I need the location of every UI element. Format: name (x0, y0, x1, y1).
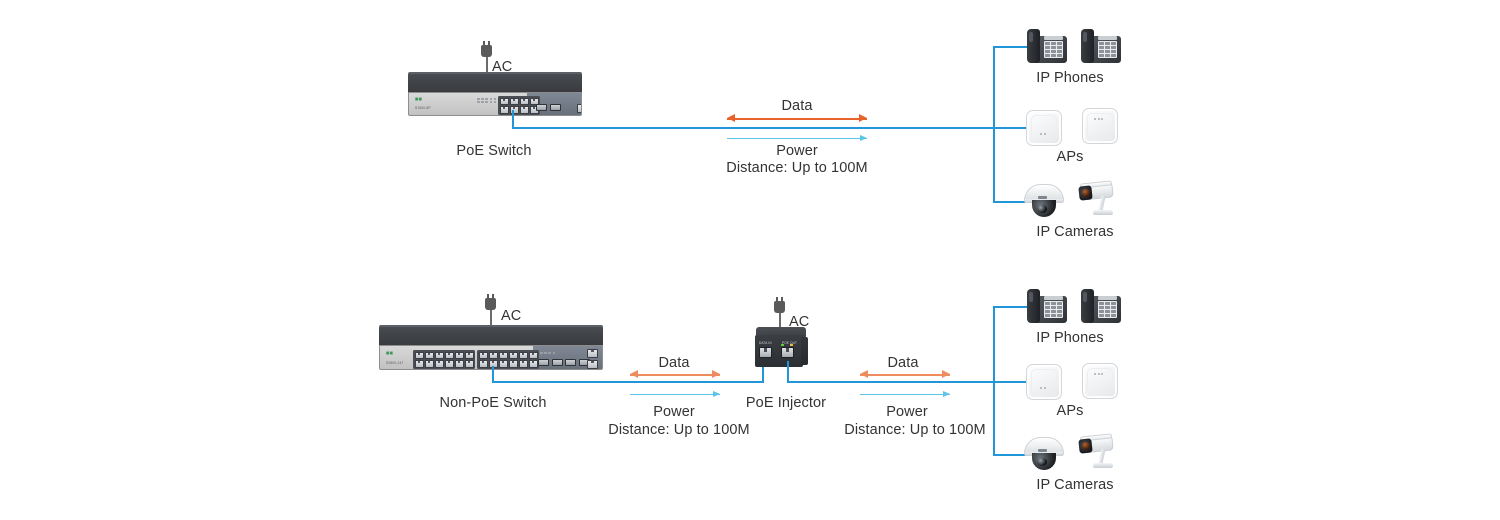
distance-label-bottom-left: Distance: Up to 100M (608, 422, 750, 438)
wire-top-main-run (512, 127, 995, 129)
aps-label-bottom: APs (1056, 403, 1084, 419)
switch-rj45-port-bank (498, 96, 540, 115)
ip-phone-icon (1027, 29, 1067, 65)
injector-status-led-amber (790, 344, 793, 346)
power-label-bottom-left: Power (653, 404, 695, 420)
wire-bottom-branch-phones (993, 306, 1030, 308)
switch-mgmt-port-upper (587, 349, 598, 358)
wire-injector-poe-out-riser (787, 361, 789, 382)
wireless-ap-icon (1082, 363, 1118, 399)
switch-brand-logo: ▣▣ (415, 97, 423, 101)
switch-top-highlight (408, 72, 582, 74)
distance-label-top: Distance: Up to 100M (726, 160, 868, 176)
ip-cameras-label-top: IP Cameras (1036, 224, 1114, 240)
switch-front-panel: ▣▣ S2800-24T (379, 345, 603, 370)
switch-sfp-port-row (536, 104, 561, 111)
wireless-ap-icon (1082, 108, 1118, 144)
bullet-camera-icon (1078, 433, 1122, 471)
poe-switch-label: PoE Switch (456, 143, 532, 159)
injector-status-led-green (781, 344, 784, 346)
dome-camera-icon (1024, 184, 1064, 218)
network-diagram-canvas: AC ▣▣ S1500-8P PoE Switch Data Power Dis… (0, 0, 1500, 520)
wire-bottom-branch-aps (993, 381, 1030, 383)
ip-phones-label-top: IP Phones (1036, 70, 1104, 86)
data-label-bottom-right: Data (887, 355, 919, 371)
aps-label-top: APs (1056, 149, 1084, 165)
ac-label-bottom-switch: AC (501, 308, 522, 324)
switch-led-panel (540, 352, 556, 354)
switch-mgmt-port-lower (587, 360, 598, 369)
wireless-ap-icon (1026, 364, 1062, 400)
switch-top-panel (379, 325, 603, 347)
data-label-top: Data (781, 98, 813, 114)
poe-injector-device: DATA IN POE OUT (752, 327, 810, 371)
wire-bottom-switch-to-injector (492, 381, 764, 383)
bullet-camera-icon (1078, 180, 1122, 218)
power-label-top: Power (776, 143, 818, 159)
switch-front-panel: ▣▣ S1500-8P (408, 92, 582, 116)
wire-top-branch-aps (993, 127, 1030, 129)
power-label-bottom-right: Power (886, 404, 928, 420)
injector-poe-out-port (781, 347, 794, 358)
switch-top-highlight (379, 325, 603, 327)
poe-injector-label: PoE Injector (745, 395, 827, 411)
data-label-bottom-left: Data (658, 355, 690, 371)
wire-top-trunk (993, 46, 995, 203)
switch-rj45-port-bank-left (413, 350, 475, 369)
switch-model-text: S1500-8P (415, 106, 431, 110)
switch-top-panel (408, 72, 582, 94)
wire-bottom-injector-to-trunk (787, 381, 995, 383)
ip-phones-label-bottom: IP Phones (1036, 330, 1104, 346)
dome-camera-icon (1024, 437, 1064, 471)
injector-side-shell (801, 337, 808, 365)
switch-brand-logo: ▣▣ (386, 351, 394, 355)
ip-phone-icon (1081, 289, 1121, 325)
injector-data-in-caption: DATA IN (759, 341, 772, 345)
ip-phone-icon (1027, 289, 1067, 325)
ac-plug-icon-bottom-switch (485, 294, 496, 310)
ac-plug-icon-top (481, 41, 492, 57)
switch-console-port (577, 104, 581, 113)
distance-label-bottom-right: Distance: Up to 100M (844, 422, 986, 438)
switch-rj45-port-bank-right (477, 350, 539, 369)
wireless-ap-icon (1026, 110, 1062, 146)
ac-plug-icon-injector (774, 297, 785, 313)
wire-top-branch-phones (993, 46, 1030, 48)
non-poe-switch-label: Non-PoE Switch (439, 395, 547, 411)
injector-data-in-port (759, 347, 772, 358)
ip-cameras-label-bottom: IP Cameras (1036, 477, 1114, 493)
poe-switch-device: ▣▣ S1500-8P (408, 72, 582, 118)
switch-sfp-port-row (538, 359, 590, 366)
ip-phone-icon (1081, 29, 1121, 65)
switch-model-text: S2800-24T (386, 361, 404, 365)
non-poe-switch-device: ▣▣ S2800-24T (379, 325, 603, 373)
